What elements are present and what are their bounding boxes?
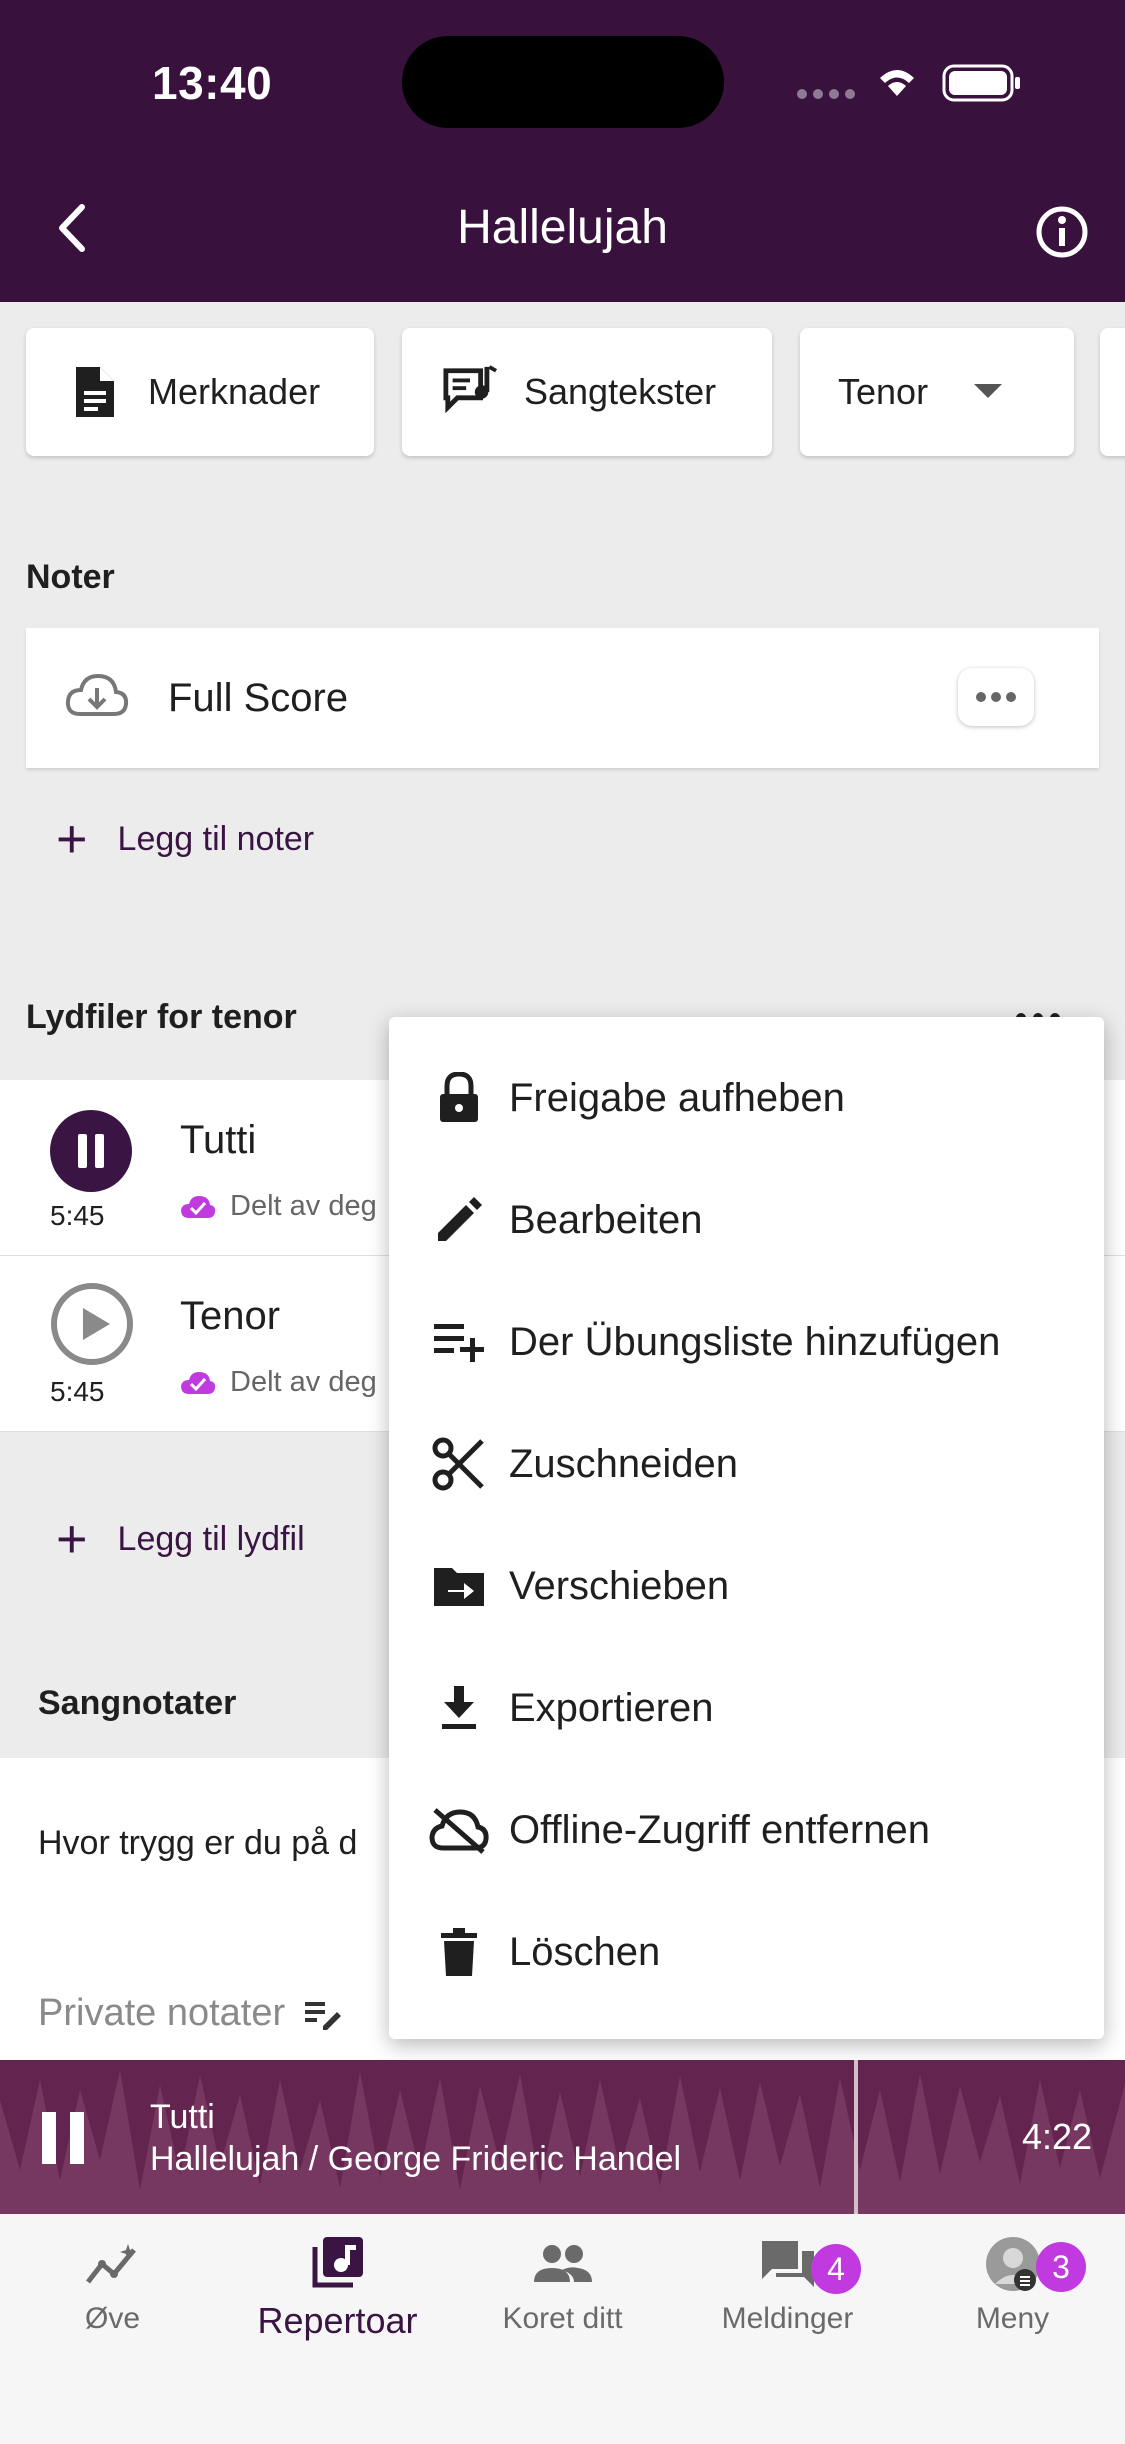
- bottom-tab-bar: Øve Repertoar Koret ditt Meldinger 4 Men…: [0, 2214, 1125, 2444]
- plus-icon: +: [56, 1509, 88, 1569]
- private-notes-field[interactable]: Private notater: [38, 1992, 343, 2035]
- info-button[interactable]: [1030, 200, 1094, 264]
- menu-badge: 3: [1036, 2242, 1086, 2292]
- cloud-check-icon: [181, 1195, 216, 1218]
- menu-item-remove-offline[interactable]: Offline-Zugriff entfernen: [389, 1769, 1104, 1891]
- pause-icon[interactable]: [40, 2110, 88, 2166]
- menu-item-label: Offline-Zugriff entfernen: [509, 1807, 930, 1852]
- menu-item-label: Bearbeiten: [509, 1197, 703, 1242]
- notes-chip[interactable]: Merknader: [26, 328, 374, 456]
- score-more-button[interactable]: [958, 668, 1034, 726]
- page-title: Hallelujah: [457, 201, 668, 254]
- shared-status: Delt av deg: [180, 1190, 377, 1223]
- lyrics-icon: [442, 364, 498, 420]
- shared-label: Delt av deg: [230, 1190, 377, 1222]
- tab-choir[interactable]: Koret ditt: [450, 2236, 675, 2336]
- audio-title: Tenor: [180, 1294, 281, 1338]
- plus-icon: +: [56, 809, 88, 869]
- audio-duration: 5:45: [50, 1376, 105, 1407]
- waveform: [0, 2070, 1125, 2214]
- caret-down-icon: [974, 384, 1003, 398]
- menu-item-edit[interactable]: Bearbeiten: [389, 1159, 1104, 1281]
- more-horizontal-icon: [976, 692, 1016, 702]
- tab-repertoire[interactable]: Repertoar: [225, 2234, 450, 2342]
- player-track-title: Tutti: [150, 2098, 215, 2136]
- player-time: 4:22: [1022, 2116, 1093, 2157]
- menu-item-label: Freigabe aufheben: [509, 1075, 845, 1120]
- menu-item-add-to-practice[interactable]: Der Übungsliste hinzufügen: [389, 1281, 1104, 1403]
- app-header: 13:40 Hallelujah: [0, 0, 1125, 302]
- more-chip[interactable]: [1100, 328, 1125, 456]
- mini-player[interactable]: Tutti Hallelujah / George Frideric Hande…: [0, 2060, 1125, 2214]
- status-time: 13:40: [152, 57, 273, 109]
- score-item[interactable]: Full Score: [26, 628, 1099, 768]
- player-subtitle: Hallelujah / George Frideric Handel: [150, 2140, 682, 2178]
- menu-item-label: Verschieben: [509, 1563, 730, 1608]
- menu-item-delete[interactable]: Löschen: [389, 1891, 1104, 2013]
- tab-menu[interactable]: Meny 3: [900, 2236, 1125, 2336]
- action-chips: Merknader Sangtekster Tenor: [0, 302, 1125, 472]
- pause-circle-icon[interactable]: [50, 1110, 132, 1192]
- menu-item-unshare[interactable]: Freigabe aufheben: [389, 1037, 1104, 1159]
- notes-chip-label: Merknader: [148, 371, 321, 412]
- tab-practice[interactable]: Øve: [0, 2236, 225, 2336]
- play-circle-icon[interactable]: [50, 1282, 134, 1366]
- add-score-label: Legg til noter: [117, 819, 315, 858]
- add-audio-label: Legg til lydfil: [117, 1519, 305, 1558]
- menu-item-label: Der Übungsliste hinzufügen: [509, 1319, 1001, 1364]
- trash-icon: [429, 1922, 489, 1982]
- tab-label: Meldinger: [721, 2302, 854, 2335]
- confidence-question: Hvor trygg er du på d: [38, 1824, 358, 1862]
- voice-dropdown[interactable]: Tenor: [800, 328, 1074, 456]
- menu-item-label: Zuschneiden: [509, 1441, 739, 1486]
- lock-icon: [429, 1068, 489, 1128]
- tab-label: Repertoar: [257, 2300, 418, 2341]
- audio-section-title: Lydfiler for tenor: [26, 998, 297, 1036]
- tab-label: Meny: [975, 2302, 1050, 2335]
- practice-icon: [81, 2236, 145, 2292]
- add-audio-button[interactable]: + Legg til lydfil: [56, 1512, 305, 1566]
- info-icon: [1036, 206, 1088, 258]
- cloud-download-icon: [65, 673, 129, 716]
- shared-label: Delt av deg: [230, 1366, 377, 1398]
- menu-item-label: Exportieren: [509, 1685, 714, 1730]
- tab-messages[interactable]: Meldinger 4: [675, 2236, 900, 2336]
- group-icon: [531, 2236, 595, 2292]
- audio-title: Tutti: [180, 1118, 257, 1162]
- folder-move-icon: [429, 1556, 489, 1616]
- document-icon: [66, 364, 122, 420]
- download-icon: [429, 1678, 489, 1738]
- menu-item-export[interactable]: Exportieren: [389, 1647, 1104, 1769]
- chat-icon: [756, 2236, 820, 2292]
- scores-section-title: Noter: [26, 558, 115, 596]
- avatar: [981, 2236, 1045, 2292]
- messages-badge: 4: [811, 2244, 861, 2294]
- lyrics-chip[interactable]: Sangtekster: [402, 328, 772, 456]
- context-menu: Freigabe aufheben Bearbeiten Der Übungsl…: [389, 1017, 1104, 2039]
- add-score-button[interactable]: + Legg til noter: [56, 812, 314, 866]
- lyrics-chip-label: Sangtekster: [524, 371, 717, 412]
- status-icons: [797, 64, 1020, 102]
- shared-status: Delt av deg: [180, 1366, 377, 1399]
- music-note-icon: [306, 2234, 370, 2290]
- voice-dropdown-label: Tenor: [838, 371, 929, 412]
- private-notes-placeholder: Private notater: [38, 1992, 286, 2034]
- dynamic-island: [402, 36, 724, 128]
- tab-label: Øve: [84, 2302, 141, 2335]
- menu-item-move[interactable]: Verschieben: [389, 1525, 1104, 1647]
- score-title: Full Score: [168, 676, 349, 720]
- audio-duration: 5:45: [50, 1200, 105, 1231]
- cloud-check-icon: [181, 1371, 216, 1394]
- scissors-icon: [429, 1434, 489, 1494]
- menu-item-label: Löschen: [509, 1929, 661, 1974]
- edit-note-icon: [305, 2001, 342, 2030]
- song-notes-title: Sangnotater: [38, 1684, 237, 1722]
- cloud-off-icon: [429, 1800, 489, 1860]
- playlist-add-icon: [429, 1312, 489, 1372]
- pencil-icon: [429, 1190, 489, 1250]
- playback-position: [854, 2060, 858, 2214]
- tab-label: Koret ditt: [502, 2302, 623, 2335]
- menu-item-trim[interactable]: Zuschneiden: [389, 1403, 1104, 1525]
